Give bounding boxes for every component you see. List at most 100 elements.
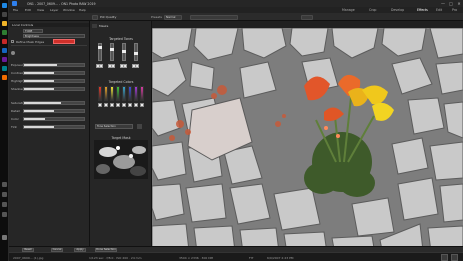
status-info: 1/123 sec · f/8.0 · ISO 200 · 24 mm (89, 255, 142, 260)
app-icon[interactable] (2, 39, 7, 44)
slider-knob[interactable] (110, 48, 114, 51)
view-dropdown[interactable] (190, 14, 238, 20)
status-filename: 2007_0609... (1).jpg (13, 255, 44, 260)
tab-pro[interactable]: Pro (452, 8, 457, 12)
panel-tab-label: Masks (99, 24, 109, 28)
adjustment-slider[interactable] (23, 63, 85, 67)
mask-panel: Masks Targeted Tones 0 0 0 0 Targeted Color… (90, 21, 152, 252)
slider-fill (24, 72, 54, 74)
system-tray-icon[interactable] (2, 202, 7, 207)
toolbar: Pot Quality Presets Normal (9, 13, 463, 21)
tone-value[interactable]: 0 (96, 64, 103, 68)
color-value-box[interactable] (98, 103, 102, 107)
tone-slider[interactable] (110, 43, 114, 61)
toggle-icon[interactable] (11, 51, 15, 55)
color-slider[interactable] (104, 86, 108, 101)
app-icon[interactable] (2, 57, 7, 62)
color-slider[interactable] (122, 86, 126, 101)
app-icon[interactable] (2, 75, 7, 80)
refine-checkbox[interactable] (11, 40, 14, 43)
slider-label: Color (11, 117, 19, 121)
color-slider[interactable] (140, 86, 144, 101)
os-taskbar (0, 0, 9, 261)
tab-manage[interactable]: Manage (342, 8, 355, 12)
adjustment-slider[interactable] (23, 79, 85, 83)
color-value-box[interactable] (140, 103, 144, 107)
color-value-box[interactable] (104, 103, 108, 107)
app-icon[interactable] (2, 48, 7, 53)
status-bar: 2007_0609... (1).jpg 1/123 sec · f/8.0 ·… (9, 252, 463, 261)
eyedropper-icon[interactable] (137, 124, 142, 129)
tool-label: Pot Quality (100, 15, 117, 19)
app-icon[interactable] (2, 30, 7, 35)
tab-develop[interactable]: Develop (391, 8, 404, 12)
tone-value[interactable]: 0 (108, 64, 115, 68)
slider-knob[interactable] (122, 50, 126, 53)
section-header[interactable]: Local Controls (10, 23, 89, 27)
slider-label: Tint (11, 125, 17, 129)
color-value-box[interactable] (116, 103, 120, 107)
system-tray-icon[interactable] (2, 212, 7, 217)
slider-fill (24, 118, 45, 120)
tone-value[interactable]: 0 (132, 64, 139, 68)
slider-fill (24, 88, 54, 90)
targeted-tones-title: Targeted Tones (109, 37, 133, 41)
color-value-box[interactable] (128, 103, 132, 107)
tone-preset-dropdown[interactable]: Tone Selection (95, 124, 133, 129)
slider-knob[interactable] (98, 46, 102, 49)
preset-dropdown[interactable]: Normal (164, 14, 182, 20)
slider-fill (24, 126, 54, 128)
navigator-icon[interactable] (441, 254, 448, 261)
adjustment-slider[interactable] (23, 109, 85, 113)
mask-preview (94, 140, 148, 179)
adjustment-slider[interactable] (23, 117, 85, 121)
color-value-box[interactable] (122, 103, 126, 107)
mask-color-swatch[interactable] (53, 39, 75, 44)
tab-edit[interactable]: Edit (436, 8, 442, 12)
color-slider[interactable] (110, 86, 114, 101)
info-icon[interactable] (451, 254, 458, 261)
folder-icon[interactable] (2, 21, 7, 26)
adjustment-slider[interactable] (23, 125, 85, 129)
app-icon[interactable] (2, 66, 7, 71)
color-slider[interactable] (116, 86, 120, 101)
tone-slider[interactable] (134, 43, 138, 61)
adjustment-slider[interactable] (23, 71, 85, 75)
notification-icon[interactable] (2, 235, 7, 240)
color-slider[interactable] (128, 86, 132, 101)
image-workspace[interactable] (152, 21, 463, 260)
tone-value[interactable]: 0 (120, 64, 127, 68)
mode-tabs: Manage Crop Develop Effects Edit Pro (9, 0, 463, 13)
system-tray-icon[interactable] (2, 192, 7, 197)
system-tray-icon[interactable] (2, 182, 7, 187)
slider-knob[interactable] (134, 52, 138, 55)
status-date: 6/9/2007 2:23 PM (267, 255, 294, 260)
adjustment-slider[interactable] (23, 87, 85, 91)
zoom-button[interactable] (301, 14, 313, 20)
color-value-box[interactable] (110, 103, 114, 107)
slider-fill (24, 110, 54, 112)
tool-icon[interactable] (92, 14, 98, 20)
tab-crop[interactable]: Crop (369, 8, 376, 12)
preset-row[interactable]: Brightness (23, 34, 85, 38)
status-dimensions: 3504 × 2336 · 300 DPI (179, 255, 214, 260)
refine-label: Refine Mask Edges (16, 40, 45, 44)
color-slider[interactable] (134, 86, 138, 101)
photo-canvas[interactable] (152, 28, 463, 260)
tab-effects[interactable]: Effects (417, 8, 428, 12)
tone-slider[interactable] (98, 43, 102, 61)
targeted-colors-title: Targeted Colors (108, 80, 134, 84)
slider-fill (24, 102, 62, 104)
divider (11, 45, 87, 46)
slider-fill (24, 80, 54, 82)
zoom-level[interactable]: FIT (249, 256, 253, 260)
preset-label: Presets (151, 15, 162, 19)
panel-tab-icon[interactable] (92, 24, 97, 28)
adjustment-slider[interactable] (23, 101, 85, 105)
tone-slider[interactable] (122, 43, 126, 61)
mask-type-dropdown[interactable]: TONE (23, 29, 43, 33)
search-icon[interactable] (2, 12, 7, 17)
color-value-box[interactable] (134, 103, 138, 107)
color-slider[interactable] (98, 86, 102, 101)
start-icon[interactable] (2, 3, 7, 8)
